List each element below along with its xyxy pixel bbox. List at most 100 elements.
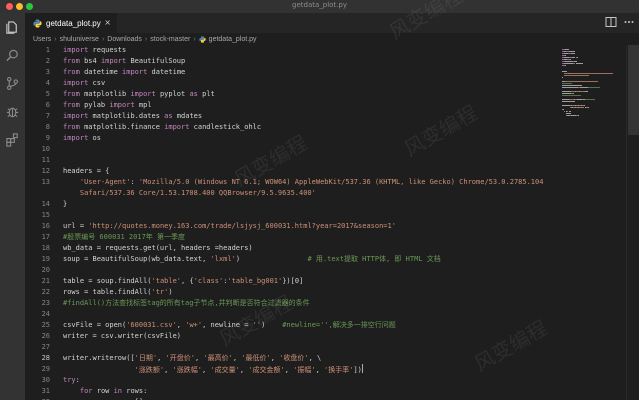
code-line[interactable]: 12 headers = { [25,166,560,177]
line-number: 16 [41,222,50,230]
tab-getdata-plot[interactable]: getdata_plot.py × [25,13,117,33]
code-line[interactable]: 3 from datetime import datetime [25,67,560,78]
code-line[interactable]: 10 [25,144,560,155]
code-line[interactable]: 25 csvFile = open('600031.csv', 'w+', new… [25,320,560,331]
minimap-line [578,115,580,116]
code-text: import csv [63,78,105,89]
code-token: 'User-Agent' [79,178,131,186]
more-actions-icon[interactable] [623,16,635,28]
code-text: table = soup.findAll('table', {'class':'… [63,276,303,287]
line-number: 2 [45,57,50,65]
code-line[interactable]: 23 #findAll()方法查找标签tag的所有tag子节点,并判断是否符合过滤… [25,298,560,309]
code-text: #股票编号 600031 2017年 第一季度 [63,232,185,243]
minimap-line [584,105,586,106]
code-token: , [157,354,166,362]
explorer-icon[interactable] [4,19,21,36]
line-number: 22 [41,288,50,296]
code-line[interactable]: 18 wb_data = requests.get(url, headers =h… [25,243,560,254]
code-token: import [63,112,89,120]
code-line[interactable]: 11 [25,155,560,166]
code-line[interactable]: 6 from pylab import mpl [25,100,560,111]
code-token: ) [168,288,173,296]
code-text: import os [63,133,101,144]
minimap-line [570,59,572,60]
minimap-line [565,113,571,114]
scrollbar-thumb[interactable] [628,45,639,135]
code-line[interactable]: 19 soup = BeautifulSoup(wb_data.text, 'lx… [25,254,560,265]
code-token: : [75,376,80,384]
minimap[interactable] [560,45,626,400]
code-token: 'w+' [185,321,203,329]
breadcrumb-item[interactable]: Downloads [107,36,142,43]
minimap-line [587,107,589,108]
code-line[interactable]: 8 from matplotlib.finance import candlest… [25,122,560,133]
line-number: 18 [41,244,50,252]
line-number: 29 [41,365,50,373]
code-token: '开盘价' [165,354,195,362]
minimap-line [565,65,567,66]
close-tab-icon[interactable]: × [104,18,111,27]
code-token: , [164,366,173,374]
code-line[interactable]: 17 #股票编号 600031 2017年 第一季度 [25,232,560,243]
code-token: mdates [172,112,203,120]
code-line[interactable]: 30 try: [25,375,560,386]
code-line[interactable]: 15 [25,210,560,221]
code-line[interactable]: 9 import os [25,133,560,144]
code-editor[interactable]: 1 import requests 2 from bs4 import Beautif… [25,45,560,400]
code-token: : [130,178,139,186]
code-token: , [270,354,280,362]
line-number: 8 [45,123,50,131]
line-number: 28 [41,354,50,362]
line-number: 7 [45,112,50,120]
debug-icon[interactable] [4,103,21,120]
code-line[interactable]: 29 '涨跌额', '涨跌幅', '成交量', '成交金额', '振幅', '换… [25,364,560,375]
code-line[interactable]: 2 from bs4 import BeautifulSoup [25,56,560,67]
code-token: '振幅' [293,366,316,374]
minimap-line [574,61,577,62]
minimap-line [564,81,598,82]
extensions-icon[interactable] [4,131,21,148]
code-line[interactable]: 4 import csv [25,78,560,89]
breadcrumb-item[interactable]: shuluniverse [60,36,99,43]
code-line[interactable]: 16 url = 'http://quotes.money.163.com/tra… [25,221,560,232]
code-text: #findAll()方法查找标签tag的所有tag子节点,并判断是否符合过滤器的… [63,298,310,309]
code-line[interactable]: 5 from matplotlib import pyplot as plt [25,89,560,100]
code-text: import requests [63,45,126,56]
code-line[interactable]: 26 writer = csv.writer(csvFile) [25,331,560,342]
code-line[interactable]: 13 'User-Agent': 'Mozilla/5.0 (Windows N… [25,177,560,188]
code-line[interactable]: 28 writer.writerow(['日期', '开盘价', '最高价', '… [25,353,560,364]
minimap-line [580,87,589,88]
minimap-line [562,91,572,92]
code-token: rows = table.findAll( [63,288,152,296]
chevron-right-icon: › [101,35,105,43]
code-token: '成交金额' [248,366,285,374]
code-line[interactable]: 20 [25,265,560,276]
code-token: csv [88,79,106,87]
code-line[interactable]: 27 [25,342,560,353]
minimap-line [568,111,571,112]
code-token: '最低价' [241,354,271,362]
code-token: ) [235,255,308,263]
breadcrumb-item[interactable]: Users [33,36,51,43]
vertical-scrollbar[interactable] [626,45,639,400]
source-control-icon[interactable] [4,75,21,92]
code-token: bs4 [79,57,101,65]
code-line[interactable]: 1 import requests [25,45,560,56]
code-token: import [109,101,135,109]
code-line[interactable]: 22 rows = table.findAll('tr') [25,287,560,298]
code-line[interactable]: 21 table = soup.findAll('table', {'class'… [25,276,560,287]
breadcrumb-item[interactable]: stock-master [150,36,190,43]
code-line[interactable]: 7 import matplotlib.dates as mdates [25,111,560,122]
code-token: import [63,134,89,142]
code-token: '收盘价' [279,354,309,362]
code-line[interactable]: 31 for row in rows: [25,386,560,397]
code-token: as [164,112,173,120]
breadcrumb-item[interactable]: getdata_plot.py [209,36,257,43]
code-line[interactable]: Safari/537.36 Core/1.53.1708.400 QQBrows… [25,188,560,199]
search-icon[interactable] [4,47,21,64]
code-token: import [100,57,127,65]
code-line[interactable]: 24 [25,309,560,320]
split-editor-icon[interactable] [605,16,617,28]
code-line[interactable]: 14} [25,199,560,210]
code-token: from [63,101,80,109]
